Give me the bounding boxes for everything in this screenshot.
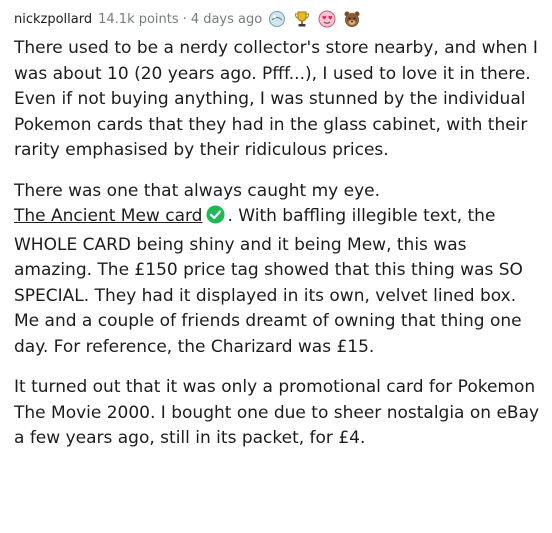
meta-separator: ·	[182, 11, 187, 27]
heart-eyes-award-icon[interactable]	[318, 10, 336, 28]
paragraph-2-rest: . With baffling illegible text, the WHOL…	[14, 206, 523, 357]
comment-meta: nickzpollard 14.1k points · 4 days ago	[14, 8, 542, 30]
comment: nickzpollard 14.1k points · 4 days ago T…	[0, 0, 552, 452]
ancient-mew-card-link[interactable]: The Ancient Mew card	[14, 206, 202, 226]
comment-paragraph-2: There was one that always caught my eye.…	[14, 179, 542, 361]
gold-trophy-award-icon[interactable]	[293, 10, 311, 28]
comment-paragraph-3: It turned out that it was only a promoti…	[14, 377, 540, 448]
paragraph-2-intro: There was one that always caught my eye.	[14, 180, 381, 201]
awards-row	[268, 10, 361, 28]
points-count: 14.1k points	[98, 11, 179, 27]
glass-orb-award-icon[interactable]	[268, 10, 286, 28]
username-link[interactable]: nickzpollard	[14, 12, 92, 27]
comment-body: There used to be a nerdy collector's sto…	[14, 36, 542, 452]
comment-age[interactable]: 4 days ago	[191, 12, 262, 27]
comment-paragraph-1: There used to be a nerdy collector's sto…	[14, 38, 538, 160]
brown-bear-award-icon[interactable]	[343, 10, 361, 28]
verified-check-icon	[206, 205, 225, 233]
